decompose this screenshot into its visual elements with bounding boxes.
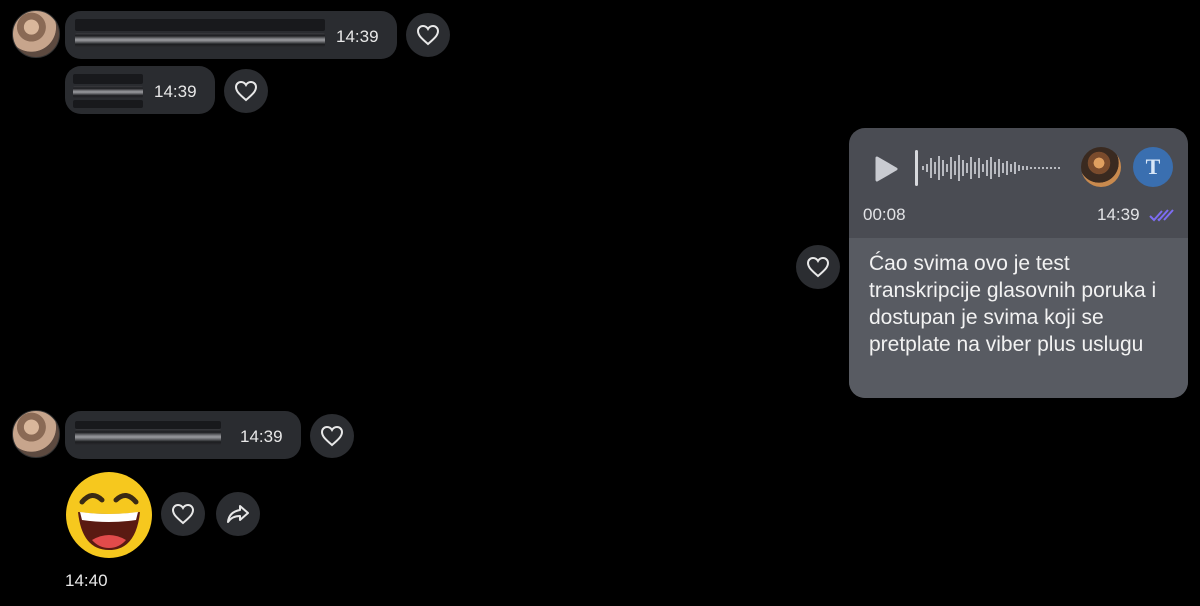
voice-message[interactable]: T 00:08 14:39 Ćao svima ovo je test tran…	[849, 128, 1188, 398]
sender-avatar[interactable]	[12, 10, 60, 58]
message-time: 14:39	[240, 427, 283, 446]
redacted-text	[75, 33, 325, 47]
incoming-message[interactable]: 14:39	[65, 11, 397, 59]
incoming-message[interactable]: 14:39	[65, 66, 215, 114]
like-button[interactable]	[161, 492, 205, 536]
redacted-text	[75, 421, 221, 429]
like-button[interactable]	[796, 245, 840, 289]
redacted-text	[73, 86, 143, 98]
redacted-text	[73, 100, 143, 108]
heart-icon	[806, 256, 830, 278]
like-button[interactable]	[310, 414, 354, 458]
voice-duration: 00:08	[863, 205, 906, 224]
transcribe-icon: T	[1145, 154, 1161, 179]
voice-waveform[interactable]	[915, 148, 1067, 188]
like-button[interactable]	[406, 13, 450, 57]
transcribe-button[interactable]: T	[1133, 147, 1173, 187]
laughing-emoji[interactable]	[64, 470, 154, 560]
message-time: 14:39	[1097, 205, 1140, 224]
share-icon	[227, 505, 249, 523]
redacted-text	[73, 74, 143, 84]
like-button[interactable]	[224, 69, 268, 113]
transcript-text: Ćao svima ovo je test transkripcije glas…	[869, 252, 1157, 356]
heart-icon	[320, 425, 344, 447]
double-check-icon	[1149, 208, 1175, 229]
transcript-panel: Ćao svima ovo je test transkripcije glas…	[849, 238, 1188, 398]
message-time: 14:39	[336, 27, 379, 46]
redacted-text	[75, 429, 221, 445]
play-icon	[875, 156, 898, 182]
heart-icon	[416, 24, 440, 46]
heart-icon	[171, 503, 195, 525]
sender-avatar[interactable]	[12, 410, 60, 458]
heart-icon	[234, 80, 258, 102]
incoming-message[interactable]: 14:39	[65, 411, 301, 459]
sender-avatar	[1081, 147, 1121, 187]
message-time: 14:40	[65, 571, 108, 590]
play-button[interactable]	[869, 152, 903, 186]
message-time: 14:39	[154, 82, 197, 101]
forward-button[interactable]	[216, 492, 260, 536]
redacted-text	[75, 19, 325, 31]
